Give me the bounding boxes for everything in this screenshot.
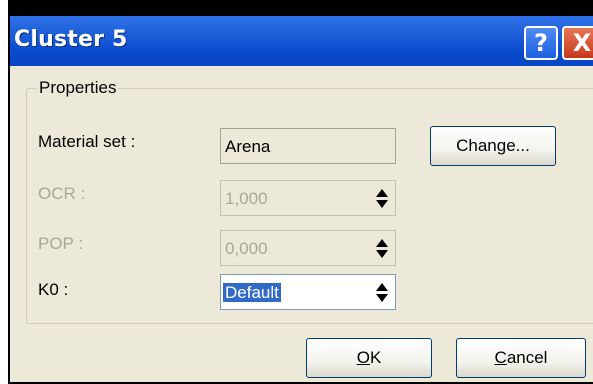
window-title: Cluster 5	[14, 27, 128, 52]
help-button[interactable]: ?	[524, 26, 558, 60]
ocr-label: OCR :	[38, 184, 86, 203]
k0-value-wrap: Default	[223, 283, 281, 303]
cluster-dialog: Cluster 5 ? X Properties Material set : …	[8, 0, 593, 384]
pop-value: 0,000	[225, 239, 268, 258]
dialog-body: Properties Material set : Arena Change..…	[10, 66, 593, 382]
material-set-field: Arena	[220, 128, 396, 164]
ocr-value: 1,000	[225, 189, 268, 208]
k0-value: Default	[223, 283, 281, 302]
properties-group-label: Properties	[37, 78, 119, 98]
k0-spin-arrows-icon[interactable]	[373, 280, 391, 304]
ok-mnemonic: O	[356, 348, 370, 367]
pop-label: POP :	[38, 234, 84, 253]
cancel-label: ancel	[506, 348, 548, 367]
k0-label: K0 :	[38, 280, 69, 299]
ocr-spinbox[interactable]: 1,000	[220, 180, 396, 216]
ok-button[interactable]: OK	[306, 338, 432, 378]
title-bar[interactable]: Cluster 5 ? X	[10, 16, 593, 66]
close-button[interactable]: X	[562, 26, 593, 60]
pop-spinbox[interactable]: 0,000	[220, 230, 396, 266]
k0-spinbox[interactable]: Default	[220, 274, 396, 310]
cancel-mnemonic: C	[494, 348, 507, 367]
material-set-value: Arena	[225, 137, 271, 156]
change-button[interactable]: Change...	[430, 126, 556, 166]
ok-label: K	[369, 348, 382, 367]
pop-spin-arrows-icon[interactable]	[373, 236, 391, 260]
ocr-spin-arrows-icon[interactable]	[373, 186, 391, 210]
cancel-button[interactable]: Cancel	[456, 338, 586, 378]
close-icon: X	[572, 29, 592, 57]
material-set-label: Material set :	[38, 132, 136, 151]
help-icon: ?	[534, 29, 548, 57]
